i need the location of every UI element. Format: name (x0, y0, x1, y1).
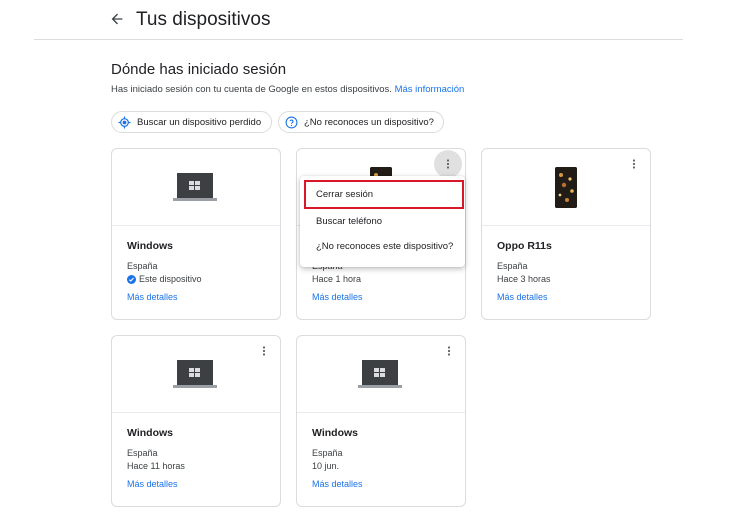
laptop-icon (173, 173, 217, 201)
device-card[interactable]: Windows España 10 jun. Más detalles (296, 335, 466, 507)
device-card[interactable]: Oppo R11s España Hace 3 horas Más detall… (481, 148, 651, 320)
phone-wallpaper (555, 167, 577, 208)
header-divider (34, 39, 683, 40)
more-details-link[interactable]: Más detalles (127, 292, 178, 302)
phone-image (555, 167, 577, 208)
more-options-button[interactable] (256, 343, 272, 359)
more-vert-icon (262, 346, 266, 356)
more-vert-icon (447, 346, 451, 356)
device-location: España (497, 261, 528, 271)
device-location: España (127, 448, 158, 458)
device-location: España (127, 261, 158, 271)
more-details-link[interactable]: Más detalles (312, 479, 363, 489)
help-circle-icon (285, 116, 298, 129)
device-name: Oppo R11s (497, 240, 552, 252)
device-status-text: Este dispositivo (139, 274, 202, 284)
device-name: Windows (127, 240, 173, 252)
menu-item-find-phone[interactable]: Buscar teléfono (300, 210, 465, 234)
more-details-link[interactable]: Más detalles (127, 479, 178, 489)
device-last-seen: Hace 1 hora (312, 274, 362, 284)
arrow-back-icon (111, 13, 123, 25)
more-details-link[interactable]: Más detalles (312, 292, 363, 302)
more-options-button[interactable] (441, 343, 457, 359)
device-last-seen: 10 jun. (312, 461, 340, 471)
section-description: Has iniciado sesión con tu cuenta de Goo… (111, 84, 464, 95)
more-vert-icon (446, 159, 450, 169)
more-options-button[interactable] (626, 156, 642, 172)
device-last-seen: Hace 11 horas (127, 461, 185, 471)
device-image-area (297, 336, 465, 413)
more-vert-icon (632, 159, 636, 169)
device-card[interactable]: Windows España Hace 11 horas Más detalle… (111, 335, 281, 507)
sign-out-highlight-box (304, 180, 464, 209)
find-lost-device-label: Buscar un dispositivo perdido (137, 116, 262, 128)
unrecognized-device-label: ¿No reconoces un dispositivo? (304, 116, 434, 128)
page-title: Tus dispositivos (136, 9, 271, 30)
verified-check-icon (127, 274, 136, 284)
device-location: España (312, 448, 343, 458)
back-button[interactable] (109, 11, 127, 31)
menu-item-unrecognized-device[interactable]: ¿No reconoces este dispositivo? (300, 235, 465, 259)
more-details-link[interactable]: Más detalles (497, 292, 548, 302)
more-info-link[interactable]: Más información (395, 84, 465, 95)
find-lost-device-button[interactable]: Buscar un dispositivo perdido (111, 111, 272, 133)
laptop-icon (173, 360, 217, 388)
more-options-button[interactable] (434, 150, 462, 178)
top-bar: Tus dispositivos (0, 0, 730, 40)
device-card[interactable]: Windows España Este dispositivo Más deta… (111, 148, 281, 320)
unrecognized-device-button[interactable]: ¿No reconoces un dispositivo? (278, 111, 444, 133)
device-status: Este dispositivo (127, 274, 202, 284)
device-image-area (112, 149, 280, 226)
section-description-text: Has iniciado sesión con tu cuenta de Goo… (111, 84, 392, 95)
section-title: Dónde has iniciado sesión (111, 61, 287, 78)
device-image-area (112, 336, 280, 413)
device-name: Windows (127, 427, 173, 439)
device-name: Windows (312, 427, 358, 439)
device-last-seen: Hace 3 horas (497, 274, 551, 284)
locate-icon (118, 116, 131, 129)
laptop-icon (358, 360, 402, 388)
device-image-area (482, 149, 650, 226)
